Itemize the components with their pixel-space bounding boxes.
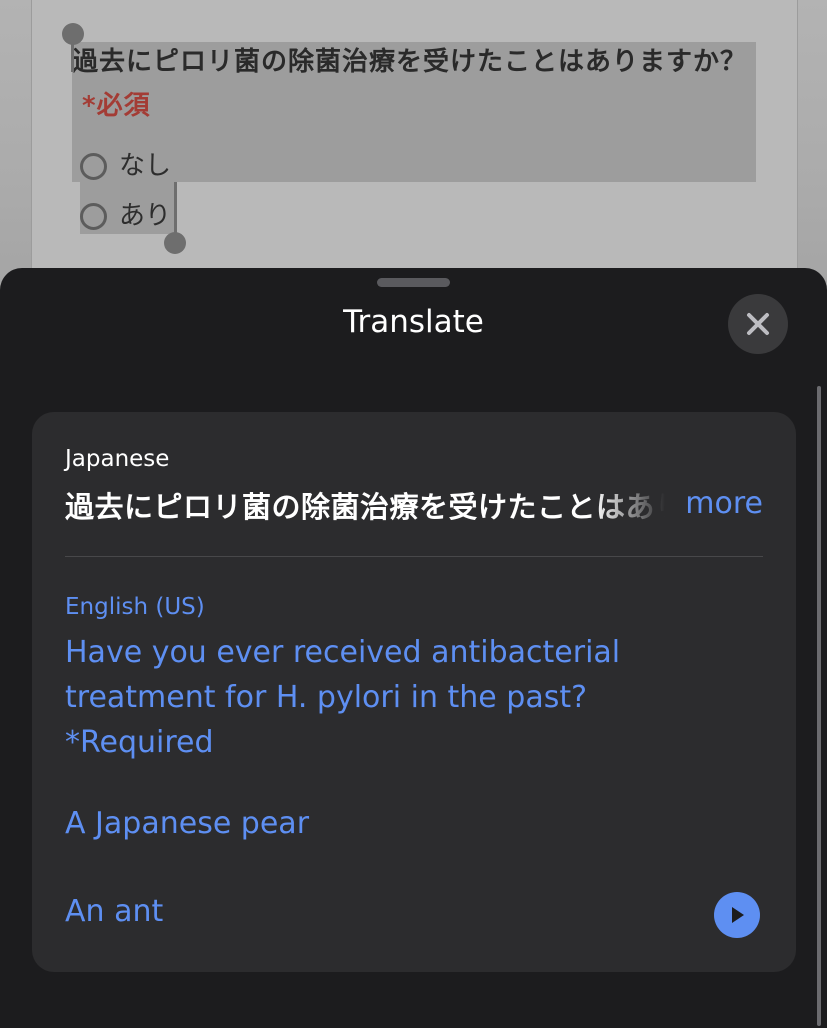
sheet-title: Translate	[343, 304, 484, 340]
close-button[interactable]	[728, 294, 788, 354]
radio-button[interactable]	[80, 202, 107, 230]
translate-sheet: Translate Japanese 過去にピロリ菌の除菌治療を受けたことはあり…	[0, 268, 827, 1028]
alternative-translation[interactable]: A Japanese pear	[65, 806, 309, 841]
source-text: 過去にピロリ菌の除菌治療を受けたことはありますか？	[65, 490, 665, 524]
play-icon	[732, 907, 744, 923]
close-icon	[747, 313, 769, 335]
alternative-translation[interactable]: An ant	[65, 894, 163, 929]
selection-handle-bar-end	[174, 182, 177, 238]
target-language-label[interactable]: English (US)	[65, 594, 205, 620]
radio-option-label: なし	[119, 150, 172, 181]
translated-text: Have you ever received antibacterial tre…	[65, 635, 621, 760]
selection-handle-start[interactable]	[62, 23, 84, 45]
play-button[interactable]	[714, 892, 760, 938]
source-language-label: Japanese	[65, 446, 170, 472]
form-question: 過去にピロリ菌の除菌治療を受けたことはありますか？ *必須	[72, 40, 752, 128]
question-text: 過去にピロリ菌の除菌治療を受けたことはありますか？	[72, 47, 748, 77]
divider	[65, 556, 763, 557]
required-marker: *必須	[82, 91, 151, 121]
scroll-indicator[interactable]	[817, 386, 821, 1026]
radio-option-none[interactable]: なし	[80, 143, 171, 183]
sheet-grabber[interactable]	[377, 278, 450, 287]
selection-handle-end[interactable]	[164, 232, 186, 254]
radio-button[interactable]	[80, 152, 107, 180]
background-page: 過去にピロリ菌の除菌治療を受けたことはありますか？ *必須 なし あり	[0, 0, 827, 312]
more-link[interactable]: more	[685, 486, 763, 521]
radio-option-label: あり	[119, 200, 172, 231]
radio-option-yes[interactable]: あり	[80, 193, 171, 233]
translation-card: Japanese 過去にピロリ菌の除菌治療を受けたことはありますか？ more …	[32, 412, 796, 972]
